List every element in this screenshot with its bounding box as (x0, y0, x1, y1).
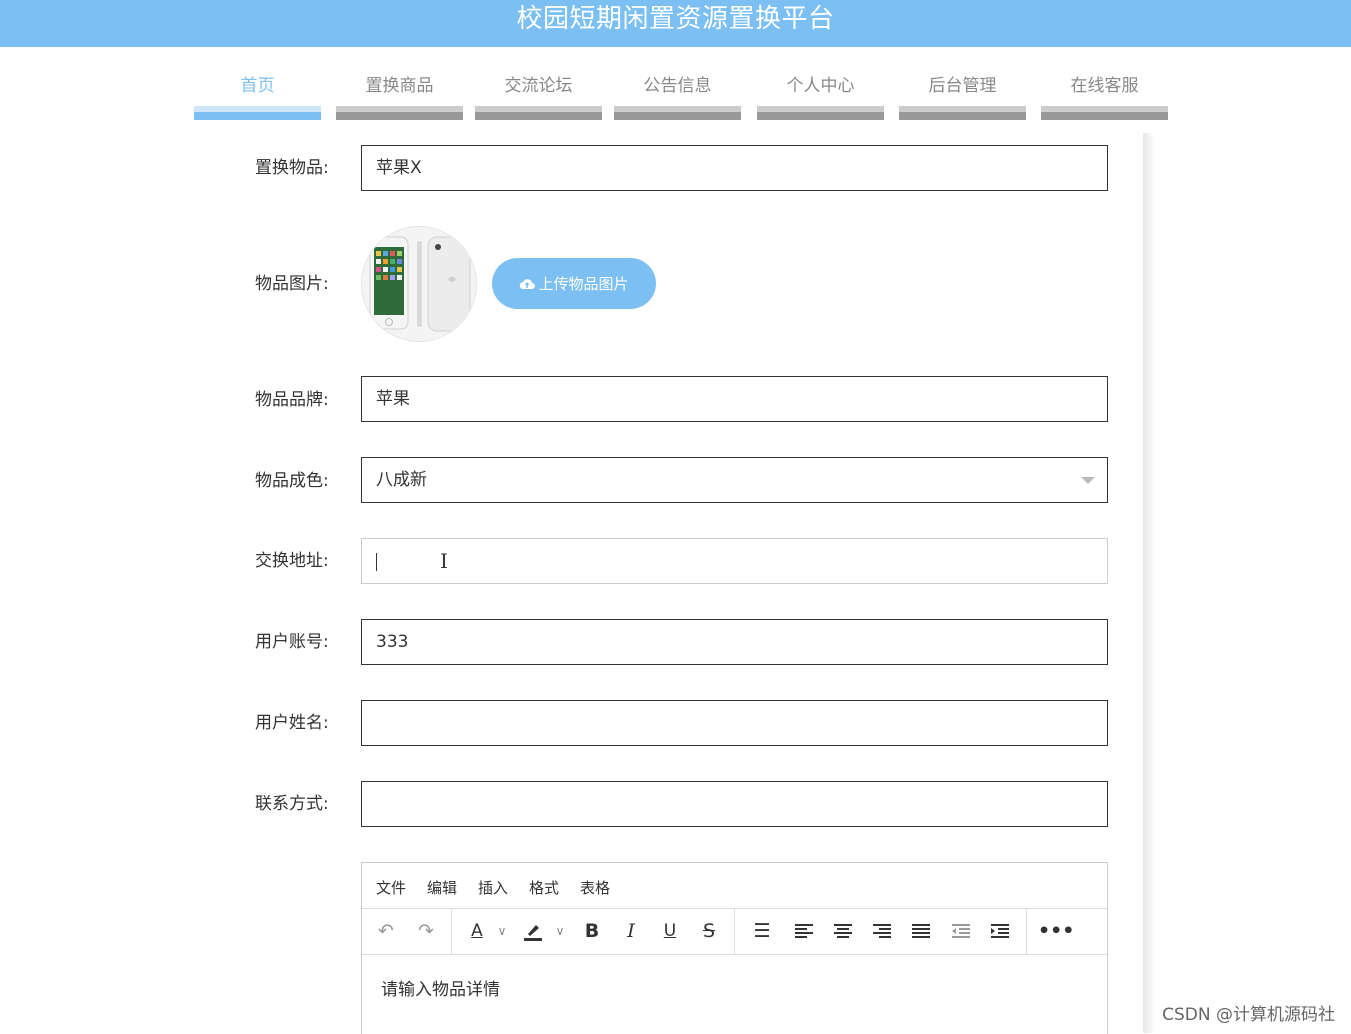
text-caret (376, 553, 377, 571)
italic-icon[interactable]: I (617, 917, 645, 945)
condition-value: 八成新 (376, 470, 427, 490)
username-input[interactable] (361, 700, 1108, 746)
item-image-preview[interactable] (361, 226, 477, 342)
editor-toolbar: ↶ ↷ A ∨ ∨ B I U S ☰ ••• (362, 909, 1107, 955)
toolbar-separator (451, 909, 452, 954)
username-label: 用户姓名: (255, 713, 329, 733)
strikethrough-icon[interactable]: S (695, 917, 723, 945)
address-label: 交换地址: (255, 551, 329, 571)
font-color-icon[interactable]: A (464, 917, 490, 945)
outdent-icon[interactable] (947, 917, 975, 945)
main-nav: 首页 置换商品 交流论坛 公告信息 个人中心 后台管理 在线客服 (0, 70, 1351, 122)
cloud-upload-icon (520, 279, 536, 289)
nav-label: 首页 (240, 76, 275, 96)
nav-underline (194, 106, 321, 120)
nav-underline (899, 106, 1026, 120)
nav-admin[interactable]: 后台管理 (899, 70, 1026, 120)
nav-exchange-goods[interactable]: 置换商品 (336, 70, 463, 120)
rich-text-editor: 文件 编辑 插入 格式 表格 ↶ ↷ A ∨ ∨ B I U S ☰ ••• 请… (361, 862, 1108, 1034)
nav-underline (1041, 106, 1168, 120)
nav-label: 在线客服 (1070, 76, 1139, 96)
condition-select[interactable]: 八成新 (361, 457, 1108, 503)
nav-personal-center[interactable]: 个人中心 (757, 70, 884, 120)
chevron-down-icon (1081, 477, 1095, 484)
condition-label: 物品成色: (255, 471, 329, 491)
nav-label: 交流论坛 (504, 76, 573, 96)
bold-icon[interactable]: B (578, 917, 606, 945)
more-icon[interactable]: ••• (1038, 917, 1074, 945)
account-value: 333 (376, 632, 409, 652)
indent-icon[interactable] (986, 917, 1014, 945)
nav-label: 个人中心 (786, 76, 855, 96)
nav-underline (757, 106, 884, 120)
align-center-icon[interactable] (829, 917, 857, 945)
menu-file[interactable]: 文件 (376, 877, 406, 898)
header-bar: 校园短期闲置资源置换平台 (0, 0, 1351, 47)
menu-format[interactable]: 格式 (529, 877, 559, 898)
highlight-icon[interactable] (520, 917, 546, 945)
editor-menubar: 文件 编辑 插入 格式 表格 (362, 863, 1107, 909)
align-justify-icon[interactable] (907, 917, 935, 945)
item-name-label: 置换物品: (255, 158, 329, 178)
nav-label: 公告信息 (643, 76, 712, 96)
nav-underline (336, 106, 463, 120)
undo-icon[interactable]: ↶ (372, 917, 400, 945)
menu-table[interactable]: 表格 (580, 877, 610, 898)
contact-label: 联系方式: (255, 794, 329, 814)
line-height-icon[interactable]: ☰ (748, 917, 776, 945)
nav-underline (475, 106, 602, 120)
content-scroll-shadow (1143, 133, 1155, 1033)
nav-underline (614, 106, 741, 120)
ibeam-cursor-icon: I (440, 549, 448, 573)
item-image-label: 物品图片: (255, 274, 329, 294)
menu-edit[interactable]: 编辑 (427, 877, 457, 898)
underline-icon[interactable]: U (656, 917, 684, 945)
align-left-icon[interactable] (790, 917, 818, 945)
toolbar-separator (1026, 909, 1027, 954)
nav-home[interactable]: 首页 (194, 70, 321, 120)
redo-icon[interactable]: ↷ (412, 917, 440, 945)
chevron-down-icon[interactable]: ∨ (495, 917, 509, 945)
upload-button-label: 上传物品图片 (538, 276, 629, 293)
nav-online-service[interactable]: 在线客服 (1041, 70, 1168, 120)
item-name-value: 苹果X (376, 158, 422, 178)
nav-label: 置换商品 (365, 76, 434, 96)
brand-input[interactable]: 苹果 (361, 376, 1108, 422)
watermark: CSDN @计算机源码社 (1162, 1005, 1335, 1025)
brand-label: 物品品牌: (255, 390, 329, 410)
menu-insert[interactable]: 插入 (478, 877, 508, 898)
align-right-icon[interactable] (868, 917, 896, 945)
nav-label: 后台管理 (928, 76, 997, 96)
chevron-down-icon[interactable]: ∨ (553, 917, 567, 945)
editor-placeholder[interactable]: 请输入物品详情 (381, 975, 500, 1000)
item-name-input[interactable]: 苹果X (361, 145, 1108, 191)
toolbar-separator (734, 909, 735, 954)
nav-announcements[interactable]: 公告信息 (614, 70, 741, 120)
phone-image (369, 236, 471, 332)
nav-forum[interactable]: 交流论坛 (475, 70, 602, 120)
contact-input[interactable] (361, 781, 1108, 827)
upload-image-button[interactable]: 上传物品图片 (492, 258, 656, 309)
account-label: 用户账号: (255, 632, 329, 652)
brand-value: 苹果 (376, 389, 410, 409)
account-input[interactable]: 333 (361, 619, 1108, 665)
site-title: 校园短期闲置资源置换平台 (516, 4, 835, 34)
address-input[interactable]: I (361, 538, 1108, 584)
